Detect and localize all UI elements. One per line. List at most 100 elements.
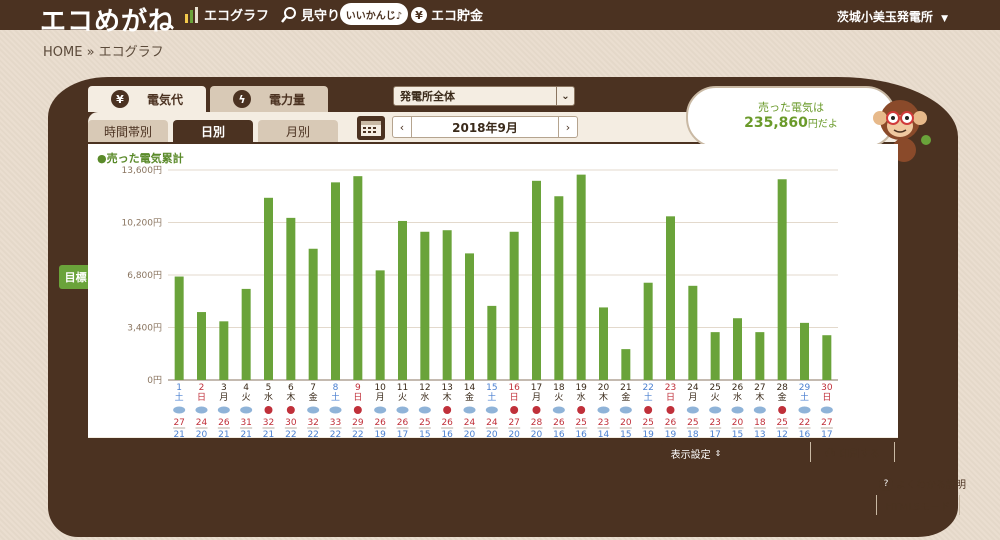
bar	[532, 180, 541, 380]
temp-low: 20	[531, 430, 543, 438]
tab-hourly[interactable]: 時間帯別	[88, 120, 168, 142]
bar	[174, 276, 184, 380]
bar	[576, 174, 586, 380]
cloud-icon	[307, 406, 320, 414]
x-tick-weekday: 水	[420, 391, 429, 403]
bar	[621, 349, 631, 380]
bar	[666, 216, 675, 380]
sun-icon	[510, 406, 519, 414]
html5-mode-button[interactable]: HTML5モード	[876, 495, 960, 515]
temp-high: 32	[263, 418, 274, 428]
breadcrumb[interactable]: HOME » エコグラフ	[43, 41, 164, 60]
tab-electricity-amount[interactable]: ϟ 電力量	[210, 86, 328, 112]
x-tick-day: 23	[665, 383, 676, 393]
x-tick-weekday: 土	[800, 391, 809, 403]
goal-label: 目標	[64, 271, 87, 284]
sun-icon	[353, 406, 362, 414]
x-tick-weekday: 木	[443, 391, 452, 403]
temp-low: 22	[330, 430, 341, 438]
temp-high: 31	[240, 418, 251, 428]
nav-label: エコグラフ	[204, 9, 270, 24]
nav-watch[interactable]: 見守り	[280, 5, 340, 24]
x-tick-weekday: 水	[577, 391, 586, 403]
yen-icon: ¥	[110, 90, 129, 108]
x-tick-weekday: 火	[398, 392, 407, 403]
bar	[442, 230, 452, 380]
sun-icon	[264, 406, 273, 414]
bar	[755, 332, 765, 380]
nav-eco-graph[interactable]: エコグラフ	[183, 5, 269, 24]
temp-high: 26	[218, 418, 230, 428]
calendar-button[interactable]	[357, 116, 385, 140]
temp-high: 20	[620, 418, 632, 428]
next-month-button[interactable]: ›	[559, 121, 577, 134]
bar	[800, 322, 809, 380]
x-tick-weekday: 土	[487, 391, 496, 403]
nav-eco-savings[interactable]: ¥ エコ貯金	[410, 5, 483, 24]
x-tick-day: 24	[687, 383, 699, 393]
sun-icon	[666, 406, 675, 414]
temp-low: 20	[486, 430, 498, 438]
cloud-icon	[731, 406, 744, 414]
x-tick-day: 3	[221, 383, 227, 393]
bar	[688, 285, 698, 380]
temp-low: 16	[799, 430, 811, 438]
tab-monthly[interactable]: 月別	[258, 120, 338, 142]
bar	[420, 231, 430, 380]
tab-daily[interactable]: 日別	[173, 120, 253, 142]
display-settings-button[interactable]: 表示設定 ⇕	[661, 444, 731, 462]
x-tick-day: 17	[531, 383, 542, 393]
svg-text:¥: ¥	[415, 9, 423, 22]
tab-label: 電力量	[268, 92, 305, 107]
x-tick-weekday: 金	[621, 391, 630, 403]
x-tick-day: 4	[243, 383, 249, 393]
bar	[241, 288, 251, 380]
temp-low: 15	[732, 430, 743, 438]
bar	[554, 196, 564, 380]
x-tick-day: 10	[374, 383, 386, 393]
x-tick-day: 21	[620, 383, 631, 393]
x-tick-weekday: 金	[309, 391, 318, 403]
bar	[308, 248, 318, 380]
updown-icon: ⇕	[714, 448, 722, 458]
sold-amount-line: 235,860円だよ	[688, 115, 894, 131]
x-tick-weekday: 木	[755, 391, 764, 403]
temp-high: 18	[754, 418, 766, 428]
temp-high: 27	[508, 418, 519, 428]
temp-high: 27	[821, 418, 832, 428]
temp-high: 20	[732, 418, 744, 428]
bar	[465, 253, 474, 380]
x-tick-weekday: 月	[376, 392, 385, 403]
bar	[643, 282, 653, 380]
x-tick-weekday: 土	[331, 391, 340, 403]
cloud-icon	[173, 406, 186, 414]
sold-amount: 235,860	[744, 115, 808, 131]
y-tick-label: 6,800円	[127, 270, 162, 281]
x-tick-day: 15	[486, 383, 497, 393]
x-tick-day: 28	[776, 383, 788, 393]
nav-label: 見守り	[301, 9, 341, 24]
bar	[219, 321, 229, 380]
caret-down-icon: ▼	[941, 14, 948, 24]
scope-value: 発電所全体	[400, 90, 455, 103]
print-button[interactable]: ⎙ 印刷する	[810, 442, 895, 462]
temp-low: 21	[240, 430, 251, 438]
prev-month-button[interactable]: ‹	[393, 121, 411, 134]
sun-icon	[778, 406, 787, 414]
scope-select[interactable]: 発電所全体 ⌄	[393, 86, 575, 106]
question-icon: ?	[879, 476, 893, 491]
plant-selector[interactable]: 茨城小美玉発電所 ▼	[837, 8, 948, 25]
bar	[264, 197, 273, 380]
temp-low: 16	[553, 430, 565, 438]
temp-low: 19	[374, 430, 386, 438]
x-tick-weekday: 木	[286, 391, 295, 403]
temp-high: 24	[464, 418, 476, 428]
app-logo[interactable]: エコめがね	[40, 1, 175, 38]
temp-low: 20	[464, 430, 476, 438]
temp-low: 14	[598, 430, 610, 438]
temp-high: 26	[441, 418, 453, 428]
temp-low: 22	[285, 430, 296, 438]
tab-electricity-cost[interactable]: ¥ 電気代	[88, 86, 206, 112]
help-link[interactable]: ? よくわかる説明	[879, 476, 966, 491]
x-tick-day: 5	[266, 383, 272, 393]
